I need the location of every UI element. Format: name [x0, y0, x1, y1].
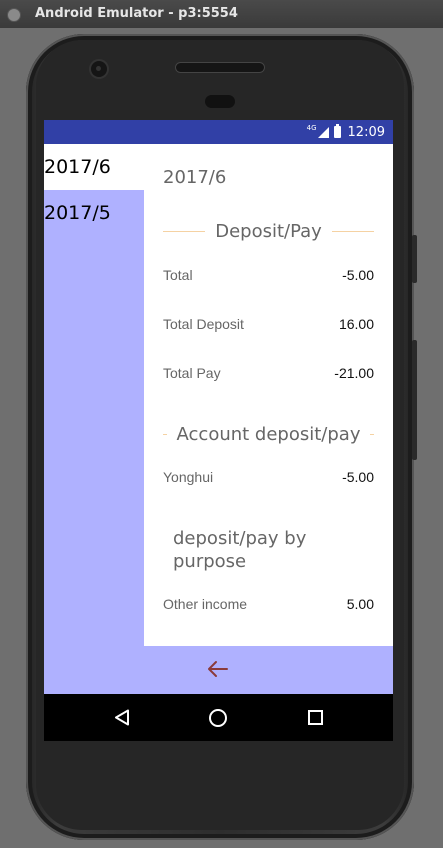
close-icon[interactable] [7, 8, 21, 22]
summary-row-total-deposit: Total Deposit 16.00 [163, 314, 374, 334]
row-value: -21.00 [334, 365, 374, 381]
section-title: Deposit/Pay [215, 220, 322, 242]
window-title: Android Emulator - p3:5554 [35, 6, 238, 21]
month-item-2017-6[interactable]: 2017/6 [44, 144, 144, 190]
account-row: Yonghui -5.00 [163, 467, 374, 487]
divider-line [331, 230, 375, 232]
row-value: 5.00 [346, 596, 374, 612]
row-value: 16.00 [338, 316, 374, 332]
section-title: Account deposit/pay [176, 423, 361, 445]
back-arrow-button[interactable] [203, 656, 233, 682]
section-header-account: Account deposit/pay [163, 421, 375, 447]
row-label: Yonghui [163, 469, 214, 485]
nav-home-icon[interactable] [209, 709, 227, 727]
month-list: 2017/6 2017/5 [44, 144, 144, 646]
proximity-sensor [205, 95, 235, 108]
row-label: Total Pay [163, 365, 221, 381]
summary-row-total-pay: Total Pay -21.00 [163, 363, 374, 383]
emulator-titlebar: Android Emulator - p3:5554 [0, 0, 443, 28]
arrow-left-icon [208, 661, 228, 677]
camera-icon [91, 61, 107, 77]
device-screen: 4G 12:09 2017/6 2017/5 2017/6 Deposit/Pa… [44, 120, 393, 741]
status-bar: 4G 12:09 [44, 120, 393, 144]
row-value: -5.00 [342, 267, 374, 283]
divider-line [163, 230, 206, 232]
purpose-section-title: deposit/pay by purpose [173, 528, 307, 572]
signal-icon [317, 126, 329, 138]
nav-recents-icon[interactable] [308, 710, 323, 725]
purpose-row: Other income 5.00 [163, 594, 374, 614]
row-label: Total Deposit [163, 316, 244, 332]
month-item-2017-5[interactable]: 2017/5 [44, 190, 144, 236]
row-label: Total [163, 267, 193, 283]
row-value: -5.00 [342, 469, 374, 485]
network-type: 4G [306, 124, 317, 132]
power-key[interactable] [412, 235, 417, 283]
selected-month-title: 2017/6 [163, 167, 227, 188]
summary-row-total: Total -5.00 [163, 265, 374, 285]
nav-back-icon[interactable] [114, 709, 130, 726]
row-label: Other income [163, 596, 248, 612]
detail-panel: 2017/6 Deposit/Pay Total -5.00 Total Dep… [144, 144, 393, 646]
speaker-grille [176, 63, 264, 72]
section-header-deposit-pay: Deposit/Pay [163, 218, 375, 244]
battery-icon [333, 124, 341, 138]
volume-key[interactable] [412, 340, 417, 460]
status-time: 12:09 [347, 124, 385, 140]
divider-line [370, 433, 375, 435]
system-nav-bar [44, 694, 393, 741]
